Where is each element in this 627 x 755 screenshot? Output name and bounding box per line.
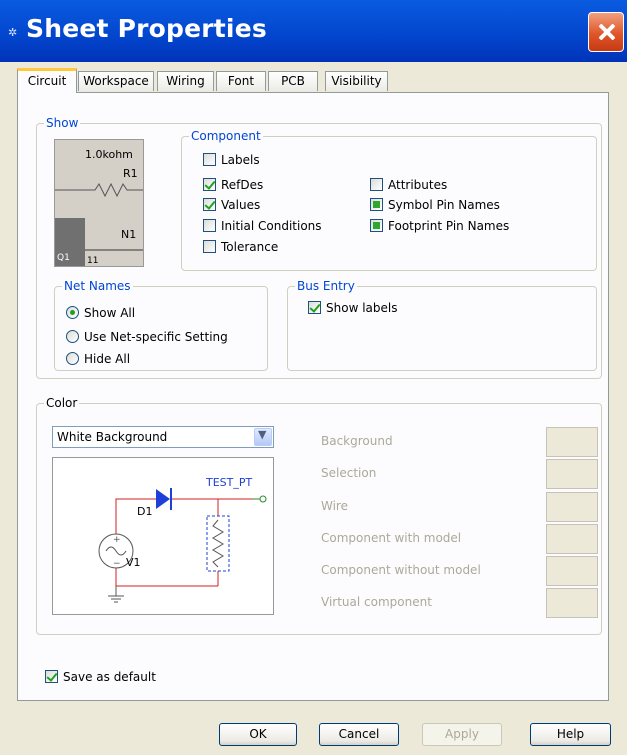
tab-font[interactable]: Font <box>216 71 266 91</box>
chevron-down-icon[interactable]: ▼ <box>254 428 272 446</box>
specific-radio-label: Use Net-specific Setting <box>84 330 228 344</box>
component-legend: Component <box>189 128 263 144</box>
wire-color-swatch[interactable] <box>546 492 598 522</box>
symbol-pin-names-checkbox-label: Symbol Pin Names <box>388 198 500 212</box>
window-title: Sheet Properties <box>26 14 267 43</box>
cancel-button[interactable]: Cancel <box>319 723 399 746</box>
preview-q-text: Q1 <box>57 253 70 263</box>
hide-all-radio-dot[interactable] <box>66 352 79 365</box>
color-label-component-without-model: Component without model <box>321 563 481 577</box>
color-preview-schematic: + − TEST_PT D1 V1 <box>52 457 274 615</box>
apply-button[interactable]: Apply <box>422 723 502 746</box>
color-label-component-with-model: Component with model <box>321 531 462 545</box>
bus-entry-group: Bus Entry <box>287 278 597 371</box>
tab-wiring[interactable]: Wiring <box>157 71 214 91</box>
net-names-legend: Net Names <box>62 278 133 294</box>
tab-circuit[interactable]: Circuit <box>17 68 77 93</box>
title-bar: ✲ Sheet Properties <box>0 0 627 62</box>
component-without-model-color-swatch[interactable] <box>546 556 598 586</box>
ok-button[interactable]: OK <box>219 723 297 746</box>
tab-workspace[interactable]: Workspace <box>78 71 154 91</box>
tolerance-checkbox-label: Tolerance <box>221 240 279 254</box>
preview-net-text: N1 <box>121 228 137 241</box>
show-labels-checkbox-box[interactable] <box>308 301 321 314</box>
initial-conditions-checkbox-label: Initial Conditions <box>221 219 322 233</box>
help-button[interactable]: Help <box>530 723 611 746</box>
save-as-default-label: Save as default <box>63 670 156 684</box>
tab-visibility[interactable]: Visibility <box>325 71 388 91</box>
values-checkbox-label: Values <box>221 198 261 212</box>
circuit-tab-panel: Show 1.0kohm R1 N1 Q1 11 Component Label… <box>17 92 609 701</box>
svg-text:−: − <box>113 559 121 569</box>
color-scheme-dropdown[interactable]: White Background ▼ <box>52 426 274 448</box>
show-all-radio-label: Show All <box>84 306 136 320</box>
footprint-pin-names-checkbox-box[interactable] <box>370 219 383 232</box>
hide-all-radio-label: Hide All <box>84 352 131 366</box>
labels-checkbox-label: Labels <box>221 153 260 167</box>
initial-conditions-checkbox-box[interactable] <box>203 219 216 232</box>
tolerance-checkbox-box[interactable] <box>203 240 216 253</box>
selection-color-swatch[interactable] <box>546 459 598 489</box>
show-labels-checkbox-label: Show labels <box>326 301 398 315</box>
test-pt-label: TEST_PT <box>206 476 253 489</box>
color-label-selection: Selection <box>321 466 377 480</box>
refdes-checkbox-label: RefDes <box>221 178 264 192</box>
svg-text:+: + <box>113 535 121 545</box>
save-as-default-checkbox-box[interactable] <box>45 670 58 683</box>
gear-icon: ✲ <box>8 26 18 39</box>
d1-label: D1 <box>137 505 153 518</box>
color-label-wire: Wire <box>321 499 348 513</box>
values-checkbox-box[interactable] <box>203 198 216 211</box>
labels-checkbox-box[interactable] <box>203 153 216 166</box>
preview-pin-text: 11 <box>87 256 99 266</box>
specific-radio-dot[interactable] <box>66 330 79 343</box>
bus-entry-legend: Bus Entry <box>295 278 357 294</box>
show-preview: 1.0kohm R1 N1 Q1 11 <box>54 139 144 267</box>
refdes-checkbox-box[interactable] <box>203 178 216 191</box>
color-label-background: Background <box>321 434 393 448</box>
attributes-checkbox-label: Attributes <box>388 178 448 192</box>
symbol-pin-names-checkbox-box[interactable] <box>370 198 383 211</box>
color-label-virtual-component: Virtual component <box>321 595 432 609</box>
show-legend: Show <box>44 115 81 131</box>
preview-drawing <box>55 182 143 266</box>
color-legend: Color <box>44 395 80 411</box>
show-all-radio-dot[interactable] <box>66 306 79 319</box>
v1-label: V1 <box>126 556 141 569</box>
attributes-checkbox-box[interactable] <box>370 178 383 191</box>
component-with-model-color-swatch[interactable] <box>546 524 598 554</box>
footprint-pin-names-checkbox-label: Footprint Pin Names <box>388 219 510 233</box>
color-scheme-selected: White Background <box>57 430 168 444</box>
virtual-component-color-swatch[interactable] <box>546 588 598 618</box>
close-icon[interactable] <box>588 12 624 52</box>
tab-pcb[interactable]: PCB <box>268 71 318 91</box>
background-color-swatch[interactable] <box>546 427 598 457</box>
